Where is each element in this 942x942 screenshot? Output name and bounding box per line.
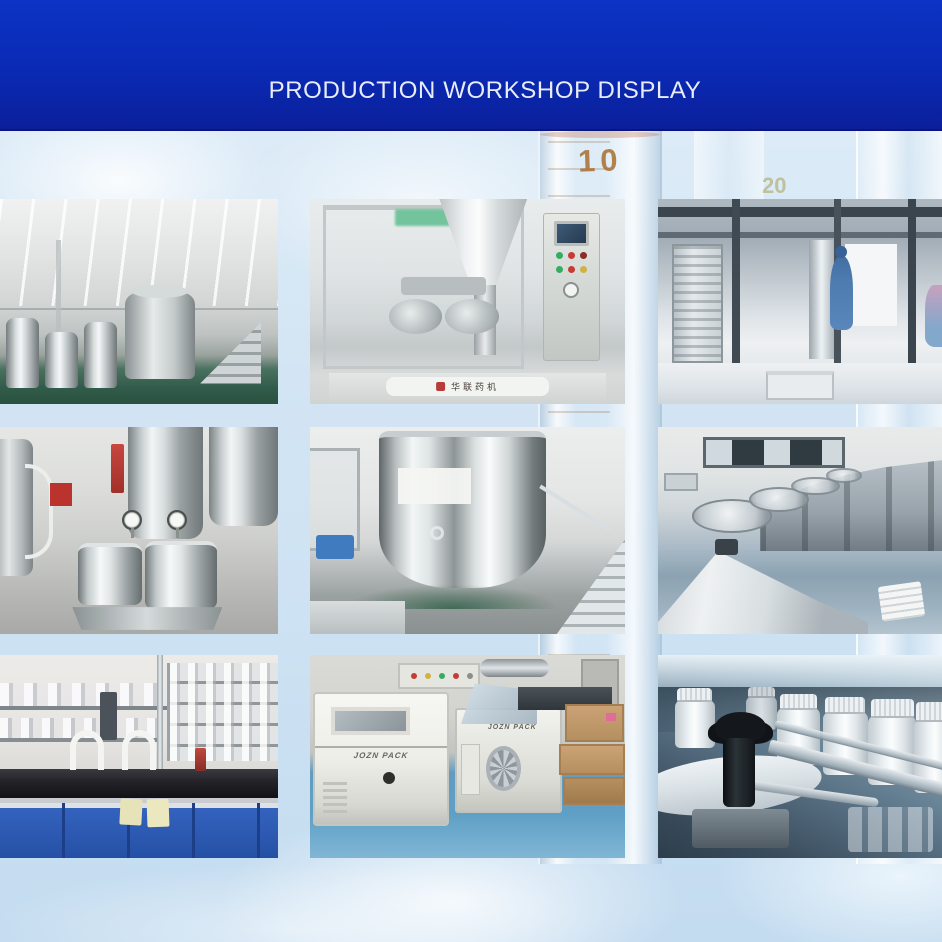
photo-pillow-pack-line [658, 427, 942, 634]
button-row [544, 265, 599, 273]
page-title: PRODUCTION WORKSHOP DISPLAY [268, 77, 702, 104]
electrical-cabinet [672, 244, 724, 363]
lit-doorway [845, 244, 897, 327]
steel-beam [658, 207, 942, 218]
work-table [765, 371, 835, 400]
vent-grille [323, 781, 347, 816]
control-box [398, 663, 481, 690]
button-row [544, 252, 599, 260]
pressure-gauge-icon [563, 281, 580, 298]
worker-figure [829, 246, 853, 331]
red-reagent-bottle [194, 748, 206, 771]
reagent-rack [166, 663, 278, 761]
film-roller [480, 659, 550, 678]
sight-port [429, 526, 444, 541]
filling-head [401, 276, 487, 296]
transfer-hose [25, 464, 53, 560]
red-standpipe [111, 443, 124, 494]
photo-packaging-line-workers [658, 199, 942, 404]
fire-safety-sign [50, 482, 73, 506]
page: PRODUCTION WORKSHOP DISPLAY 10 20 华联药机 J… [0, 0, 942, 942]
rotary-feed-pan [825, 468, 863, 483]
photo-cleanroom-workshop [0, 199, 278, 404]
side-table [663, 472, 698, 492]
pressure-gauge-icon [122, 509, 143, 538]
machine-base [692, 809, 789, 848]
steel-beam [658, 231, 942, 238]
mixing-kettle [144, 540, 217, 610]
door-hole [383, 771, 396, 784]
stirrer-apparatus [100, 691, 117, 741]
sealing-machine: JOZN PACK [454, 683, 562, 814]
photo-laboratory-bench [0, 655, 278, 858]
support-post [731, 199, 741, 363]
touchscreen [553, 220, 589, 246]
tank-label [398, 468, 471, 504]
side-panel [461, 744, 480, 796]
blue-crate [316, 534, 355, 560]
hdpe-bottle [675, 688, 715, 749]
shrink-wrapper-machine: JOZN PACK [313, 691, 449, 826]
hanging-towel [118, 798, 143, 827]
header-banner: PRODUCTION WORKSHOP DISPLAY [0, 0, 942, 131]
trim-stripe [315, 745, 447, 748]
work-bench [310, 600, 405, 634]
lab-faucet [122, 730, 157, 771]
mixing-vessel [125, 284, 195, 380]
carton-stack [558, 703, 625, 806]
support-post [907, 199, 917, 374]
knob-stem [723, 738, 755, 808]
background-bottles [848, 807, 934, 852]
photo-stainless-storage-tanks [0, 427, 278, 634]
mixing-kettle [77, 542, 142, 605]
control-panel [543, 213, 600, 361]
brand-text: JOZN PACK [487, 723, 537, 731]
kettle-stand [72, 607, 223, 630]
photo-grid: 华联药机 JOZN PACK JOZN PACK [0, 0, 942, 942]
platform-stairs [200, 322, 262, 384]
storage-tank [208, 427, 278, 527]
photo-vacuum-mixing-tank [310, 427, 625, 634]
inspection-window [330, 706, 410, 736]
steel-tank-group [5, 310, 117, 388]
lab-faucet [69, 730, 104, 771]
flywheel [485, 746, 521, 791]
glass-panel [658, 655, 942, 688]
photo-shrink-wrap-machines: JOZN PACK JOZN PACK [310, 655, 625, 858]
photo-bottle-capping-line [658, 655, 942, 858]
glassware-shelf [0, 683, 167, 710]
stair-handrail [538, 484, 611, 532]
brand-text: JOZN PACK [353, 750, 409, 760]
machine-base-label: 华联药机 [385, 377, 550, 396]
hanging-towel [146, 798, 171, 828]
tray-stack [877, 581, 925, 623]
worker-figure-pink [924, 285, 942, 347]
brand-text: 华联药机 [450, 382, 500, 393]
discharge-cone [658, 551, 869, 634]
observation-window [703, 437, 846, 469]
cone-cap [714, 538, 738, 556]
brand-logo-icon [435, 382, 445, 392]
pressure-gauge-icon [166, 509, 187, 538]
mixing-tank [379, 431, 547, 589]
lab-counter [0, 768, 278, 800]
photo-tube-filling-machine: 华联药机 [310, 199, 625, 404]
